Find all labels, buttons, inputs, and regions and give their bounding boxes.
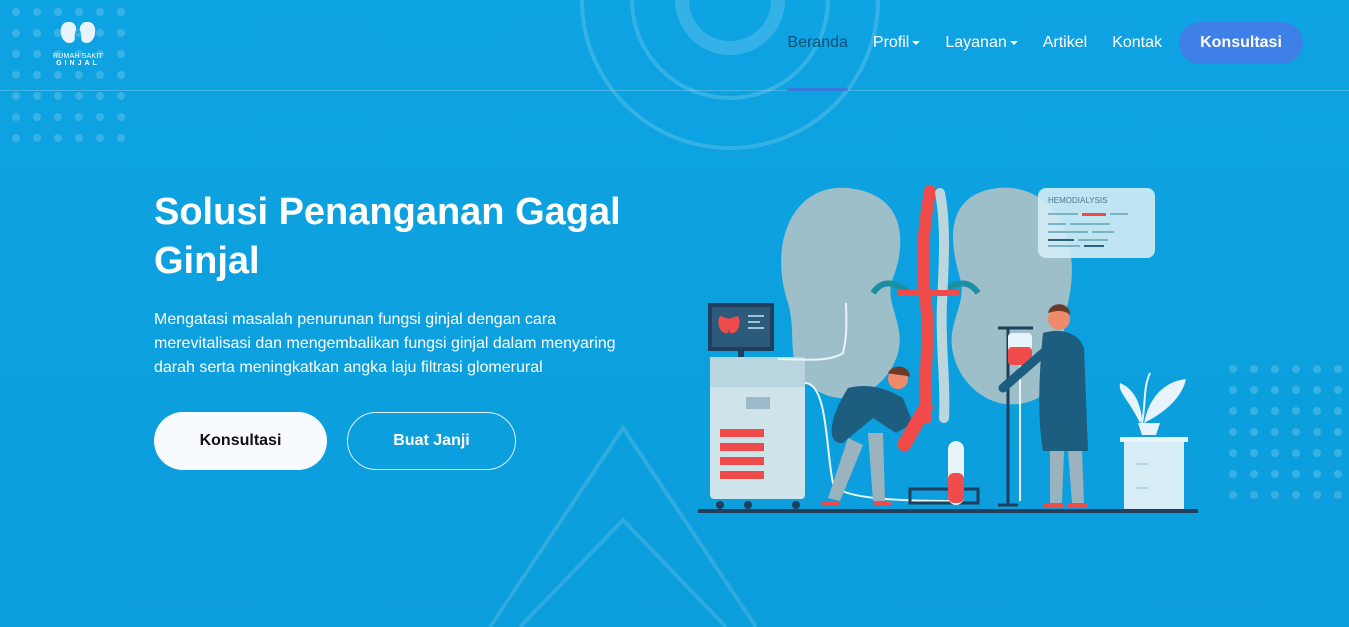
dots-pattern-bottom-right: [1229, 365, 1342, 499]
main-nav: Beranda Profil Layanan Artikel Kontak Ko…: [762, 22, 1303, 91]
nav-item-beranda[interactable]: Beranda: [787, 22, 848, 91]
nav-item-label: Artikel: [1042, 34, 1088, 51]
cabinet: [1124, 439, 1184, 509]
artery-shape: [917, 185, 936, 424]
floor-line: [698, 509, 1198, 513]
nav-item-label: Beranda: [787, 34, 848, 51]
nav-item-profil[interactable]: Profil: [872, 22, 921, 64]
nav-konsultasi-button[interactable]: Konsultasi: [1179, 22, 1303, 64]
site-header: RUMAH SAKIT GINJAL Beranda Profil Layana…: [0, 0, 1349, 91]
logo-text-line1: RUMAH SAKIT: [52, 53, 104, 60]
nav-item-kontak[interactable]: Kontak: [1112, 22, 1162, 64]
buat-janji-button[interactable]: Buat Janji: [347, 412, 516, 470]
logo-text-line2: GINJAL: [56, 60, 100, 67]
site-logo[interactable]: RUMAH SAKIT GINJAL: [48, 20, 108, 67]
hemodialysis-illustration: HEMODIALYSIS: [698, 185, 1198, 513]
kidney-logo-icon: [60, 22, 96, 44]
nav-item-label: Layanan: [945, 34, 1007, 51]
hero-description: Mengatasi masalah penurunan fungsi ginja…: [154, 311, 616, 376]
konsultasi-button[interactable]: Konsultasi: [154, 412, 327, 470]
nav-item-artikel[interactable]: Artikel: [1043, 22, 1087, 64]
hero-title: Solusi Penanganan Gagal Ginjal: [154, 191, 621, 282]
hemodialysis-card-label: HEMODIALYSIS: [1048, 196, 1107, 205]
caret-down-icon: [912, 41, 921, 45]
caret-down-icon: [1009, 41, 1018, 45]
nav-item-label: Profil: [872, 34, 910, 51]
nav-item-layanan[interactable]: Layanan: [945, 22, 1018, 64]
nav-item-label: Kontak: [1112, 34, 1162, 51]
